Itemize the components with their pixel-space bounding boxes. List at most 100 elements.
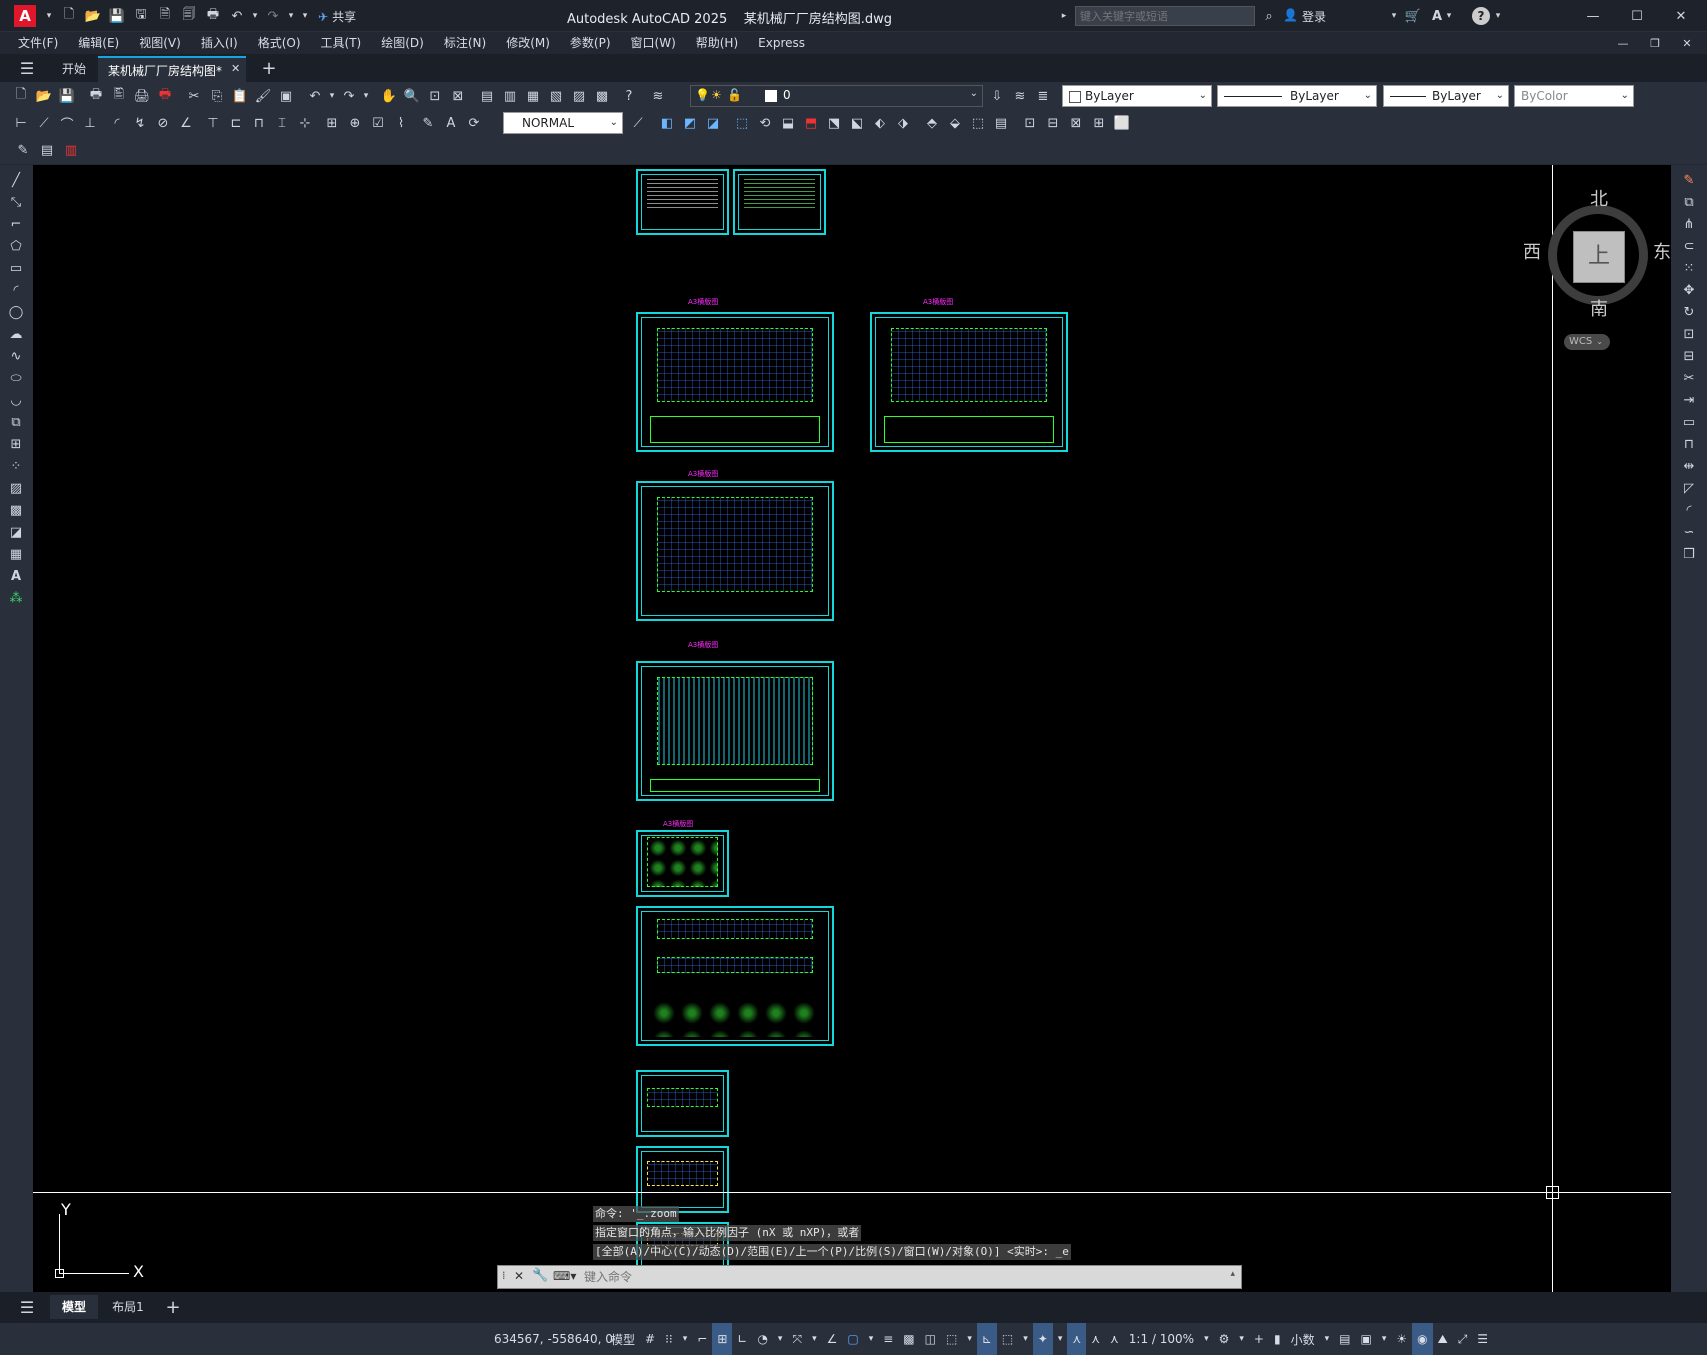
subtract-icon[interactable]: ⬗ bbox=[892, 112, 914, 134]
compass-east[interactable]: 东 bbox=[1653, 238, 1671, 264]
selection-filter-dropdown-icon[interactable]: ▾ bbox=[1018, 1323, 1033, 1355]
auto-scale-icon[interactable]: ⋏ bbox=[1086, 1323, 1105, 1355]
save-icon[interactable]: 💾 bbox=[106, 5, 128, 27]
menu-parametric[interactable]: 参数(P) bbox=[560, 32, 621, 54]
line-icon[interactable]: ╱ bbox=[5, 169, 27, 191]
scale-dropdown-icon[interactable]: ▾ bbox=[1199, 1323, 1214, 1355]
move-icon[interactable]: ✥ bbox=[1678, 279, 1700, 301]
hatch-icon[interactable]: ▨ bbox=[5, 477, 27, 499]
tab-document[interactable]: 某机械厂厂房结构图* ✕ bbox=[98, 56, 246, 82]
extend-icon[interactable]: ⇥ bbox=[1678, 389, 1700, 411]
units-readout[interactable]: 小数 bbox=[1286, 1323, 1320, 1355]
dim-update-icon[interactable]: ⟳ bbox=[463, 112, 485, 134]
cone-icon[interactable]: ◪ bbox=[702, 112, 724, 134]
cut-icon[interactable]: ✂ bbox=[183, 85, 205, 107]
preview-icon[interactable]: 🖺 bbox=[108, 85, 130, 107]
menu-edit[interactable]: 编辑(E) bbox=[68, 32, 129, 54]
wedge-icon[interactable]: ◩ bbox=[679, 112, 701, 134]
mirror-icon[interactable]: ⋔ bbox=[1678, 213, 1700, 235]
interfere-icon[interactable]: ⬚ bbox=[967, 112, 989, 134]
calculator-icon[interactable]: ▩ bbox=[591, 85, 613, 107]
sweep-icon[interactable]: ⬓ bbox=[777, 112, 799, 134]
region-icon[interactable]: ◪ bbox=[5, 521, 27, 543]
transparency-icon[interactable]: ▩ bbox=[898, 1323, 919, 1355]
paste-icon[interactable]: 📋 bbox=[229, 85, 251, 107]
open-web-icon[interactable]: 🗎 bbox=[154, 5, 176, 27]
layer-dropdown[interactable]: 💡 ☀ 🔓 0 ⌄ bbox=[690, 85, 983, 107]
customization-icon[interactable]: ☰ bbox=[1472, 1323, 1493, 1355]
object-snap-icon[interactable]: ▢ bbox=[842, 1323, 863, 1355]
scale-icon[interactable]: ⊡ bbox=[1678, 323, 1700, 345]
edit-attribute-icon[interactable]: ✎ bbox=[12, 139, 34, 161]
erase-icon[interactable]: ✎ bbox=[1678, 169, 1700, 191]
selection-filter-icon[interactable]: ⬚ bbox=[997, 1323, 1018, 1355]
drawing-sheet-section-1[interactable] bbox=[636, 1070, 729, 1137]
arc-icon[interactable]: ◜ bbox=[5, 279, 27, 301]
compass-north[interactable]: 北 bbox=[1590, 185, 1608, 211]
gizmo-icon[interactable]: ✦ bbox=[1032, 1323, 1053, 1355]
explode-icon[interactable]: ❒ bbox=[1678, 543, 1700, 565]
tab-layout1[interactable]: 布局1 bbox=[104, 1295, 152, 1319]
lock-ui-icon[interactable]: ▣ bbox=[1355, 1323, 1376, 1355]
union-icon[interactable]: ⬖ bbox=[869, 112, 891, 134]
flatshot-icon[interactable]: ⊡ bbox=[1019, 112, 1041, 134]
doc-restore-icon[interactable]: ❐ bbox=[1644, 32, 1666, 54]
join-icon[interactable]: ⇹ bbox=[1678, 455, 1700, 477]
block-attribute-manager-icon[interactable]: ▤ bbox=[36, 139, 58, 161]
undo-icon[interactable]: ↶ bbox=[226, 5, 248, 27]
dim-break-icon[interactable]: ⊹ bbox=[294, 112, 316, 134]
dim-continue-icon[interactable]: ⊓ bbox=[248, 112, 270, 134]
app-logo[interactable]: A bbox=[14, 5, 36, 27]
clean-screen-icon[interactable]: ⤢ bbox=[1453, 1323, 1473, 1355]
ortho-icon[interactable]: ∟ bbox=[732, 1323, 752, 1355]
wcs-menu-button[interactable]: WCS ⌄ bbox=[1564, 334, 1610, 350]
circle-icon[interactable]: ◯ bbox=[5, 301, 27, 323]
drawing-sheet-elevation[interactable] bbox=[636, 906, 834, 1046]
drawing-sheet-details-1[interactable] bbox=[636, 830, 729, 897]
redo-icon[interactable]: ↷ bbox=[338, 85, 360, 107]
autodesk-app-dropdown-icon[interactable]: ▾ bbox=[1444, 5, 1454, 27]
tab-model[interactable]: 模型 bbox=[50, 1295, 98, 1319]
snap-dropdown-icon[interactable]: ▾ bbox=[678, 1323, 693, 1355]
clean-screen-graph-icon[interactable]: ⛰ bbox=[1433, 1323, 1453, 1355]
sheet-set-icon[interactable]: ▧ bbox=[545, 85, 567, 107]
coordinates-readout[interactable]: 634567, -558640, 0 bbox=[494, 1332, 613, 1346]
rectangle-icon[interactable]: ▭ bbox=[5, 257, 27, 279]
infer-constraints-icon[interactable]: ⌐ bbox=[692, 1323, 712, 1355]
polyline-icon[interactable]: ⌐ bbox=[5, 213, 27, 235]
menu-dimension[interactable]: 标注(N) bbox=[434, 32, 496, 54]
quick-properties-icon[interactable]: ▤ bbox=[1334, 1323, 1355, 1355]
dim-jogged-icon[interactable]: ↯ bbox=[129, 112, 151, 134]
viewcube-top-face[interactable]: 上 bbox=[1573, 231, 1625, 283]
linetype-dropdown[interactable]: ByLayer ⌄ bbox=[1217, 85, 1377, 107]
intersect-icon[interactable]: ⬘ bbox=[921, 112, 943, 134]
menu-insert[interactable]: 插入(I) bbox=[191, 32, 248, 54]
new-tab-icon[interactable]: + bbox=[258, 57, 280, 79]
workspace-gear-icon[interactable]: ⚙ bbox=[1214, 1323, 1235, 1355]
command-grip-icon[interactable]: ⁞ bbox=[502, 1269, 506, 1282]
dim-diameter-icon[interactable]: ⊘ bbox=[152, 112, 174, 134]
menu-draw[interactable]: 绘图(D) bbox=[371, 32, 434, 54]
jogged-linear-icon[interactable]: ⌇ bbox=[390, 112, 412, 134]
grid-icon[interactable]: # bbox=[640, 1323, 660, 1355]
multiline-text-icon[interactable]: A bbox=[5, 565, 27, 587]
center-mark-icon[interactable]: ⊕ bbox=[344, 112, 366, 134]
units-dropdown-icon[interactable]: ▾ bbox=[1320, 1323, 1335, 1355]
markup-icon[interactable]: ▨ bbox=[568, 85, 590, 107]
object-snap-dropdown-icon[interactable]: ▾ bbox=[864, 1323, 879, 1355]
dim-style-icon[interactable]: ⟋ bbox=[627, 112, 649, 134]
plotstyle-dropdown[interactable]: ByColor ⌄ bbox=[1514, 85, 1634, 107]
snap-mode-icon[interactable]: ⁝⁝ bbox=[660, 1323, 678, 1355]
chamfer-icon[interactable]: ◸ bbox=[1678, 477, 1700, 499]
maximize-window-icon[interactable]: ☐ bbox=[1626, 5, 1648, 27]
isolate-objects-icon[interactable]: ☀ bbox=[1391, 1323, 1412, 1355]
menu-tools[interactable]: 工具(T) bbox=[311, 32, 372, 54]
array-icon[interactable]: ⁙ bbox=[1678, 257, 1700, 279]
point-icon[interactable]: ⁘ bbox=[5, 455, 27, 477]
dim-space-icon[interactable]: ⌶ bbox=[271, 112, 293, 134]
isodraft-dropdown-icon[interactable]: ▾ bbox=[807, 1323, 822, 1355]
insert-block-icon[interactable]: ⧉ bbox=[5, 411, 27, 433]
dim-radius-icon[interactable]: ◜ bbox=[106, 112, 128, 134]
recent-commands-icon[interactable]: ⌨▾ bbox=[553, 1269, 576, 1283]
helix-icon[interactable]: ⬕ bbox=[846, 112, 868, 134]
